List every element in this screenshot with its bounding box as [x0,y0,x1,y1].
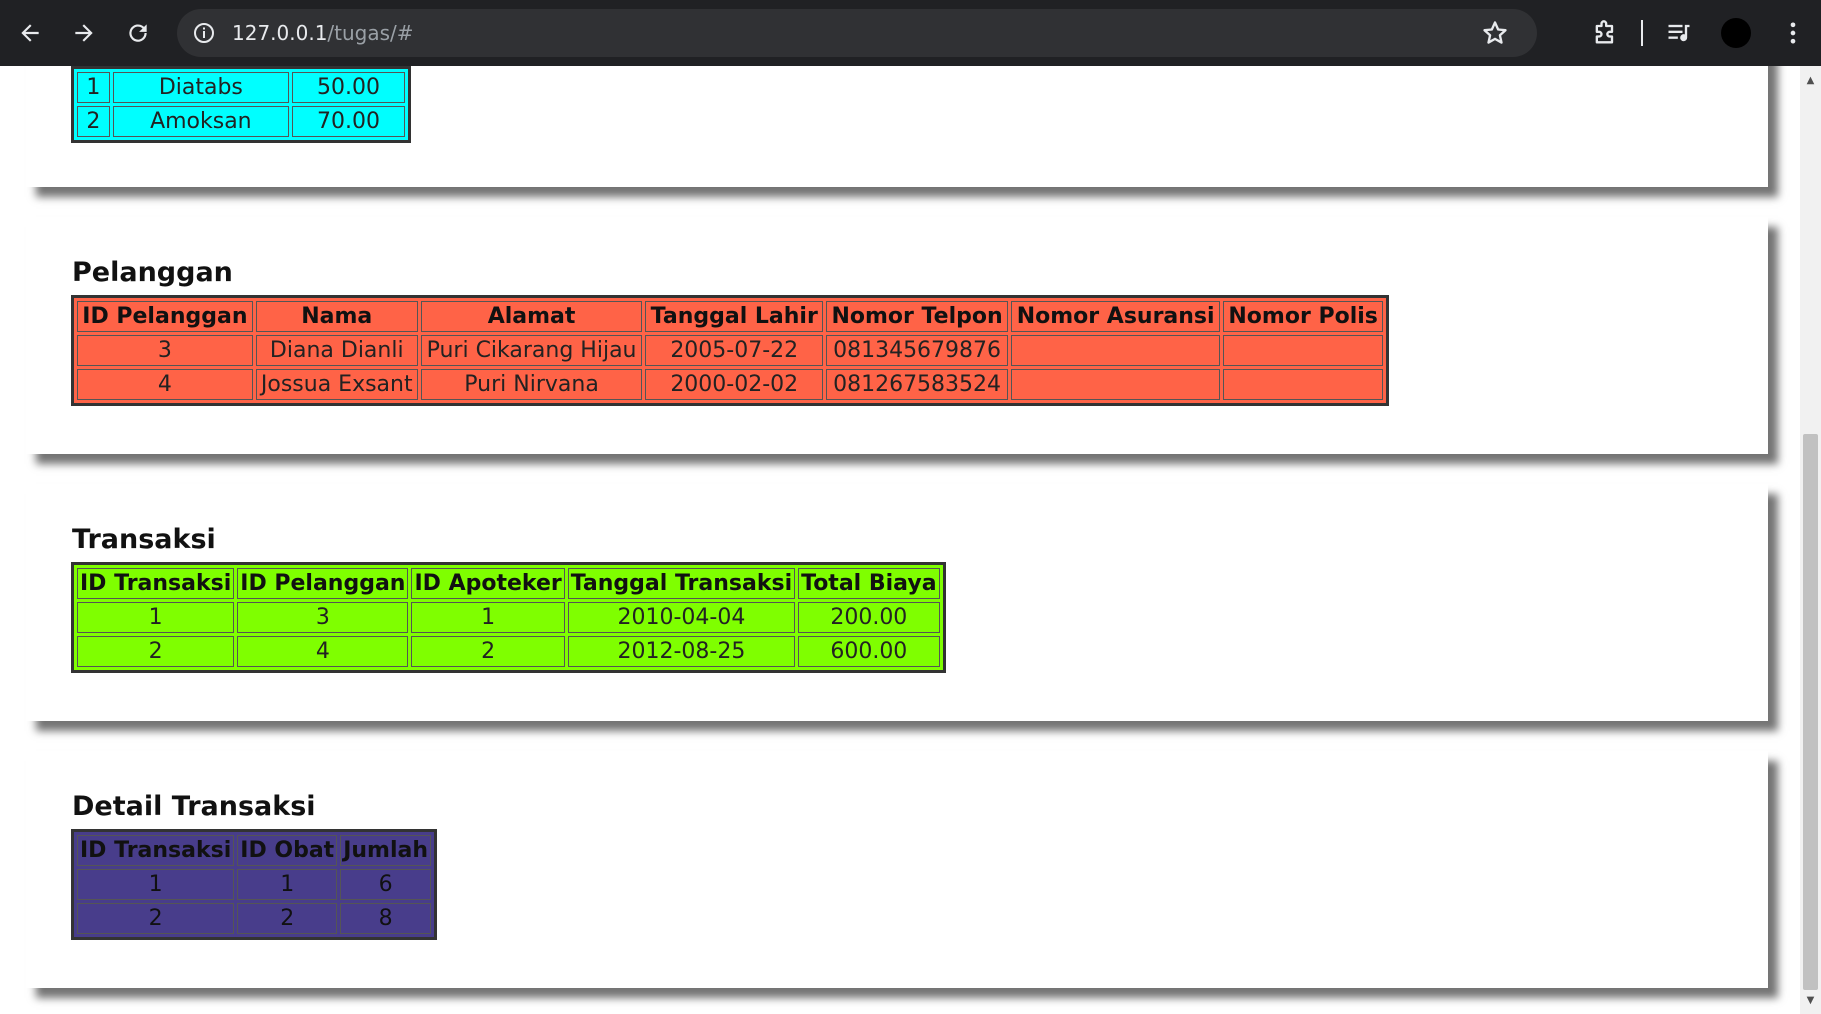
forward-button[interactable] [64,13,104,53]
url-path: /tugas/# [327,21,414,45]
table-row: 2 4 2 2012-08-25 600.00 [77,636,940,667]
card-detail-transaksi: Detail Transaksi ID Transaksi ID Obat Juml… [26,751,1768,988]
more-vert-icon[interactable] [1771,11,1815,55]
reload-icon [129,24,147,42]
column-header: Tanggal Transaksi [567,568,796,599]
column-header: ID Pelanggan [237,568,409,599]
table-cell: 2012-08-25 [567,636,796,667]
column-header: Nama [255,301,418,332]
column-header: Tanggal Lahir [645,301,824,332]
table-row: 228 [77,903,432,934]
table-cell: 200.00 [798,602,940,633]
column-header: Nomor Asuransi [1011,301,1221,332]
scroll-down-arrow-icon[interactable]: ▼ [1800,990,1821,1010]
column-header: ID Transaksi [77,835,235,866]
table-cell: Puri Cikarang Hijau [420,335,643,366]
column-header: Jumlah [340,835,432,866]
table-cell: 2005-07-22 [645,335,824,366]
toolbar-actions [1577,0,1821,66]
table-cell: 1 [77,602,235,633]
page-content: 1 Diatabs 50.00 2 Amoksan 70.00 Pelanggan ID … [0,66,1800,1014]
star-icon[interactable] [1481,19,1509,51]
table-row: 1 Diatabs 50.00 [77,72,405,103]
table-cell [1223,335,1383,366]
column-header: ID Apoteker [411,568,565,599]
scroll-up-arrow-icon[interactable]: ▲ [1800,70,1821,90]
section-title-pelanggan: Pelanggan [72,257,233,288]
table-cell: 2 [237,903,338,934]
table-cell: 6 [340,869,432,900]
table-cell: Jossua Exsant [255,369,418,400]
table-cell: 2 [77,903,235,934]
table-cell: 3 [237,602,409,633]
table-cell: 2 [77,636,235,667]
info-icon[interactable] [190,19,218,47]
table-cell: Puri Nirvana [420,369,643,400]
table-cell: 2 [411,636,565,667]
address-bar[interactable]: 127.0.0.1/tugas/# [177,9,1537,57]
table-cell: 2000-02-02 [645,369,824,400]
table-cell: 4 [237,636,409,667]
table-cell: 2010-04-04 [567,602,796,633]
table-cell: 4 [77,369,253,400]
toolbar-divider [1641,20,1643,46]
obat-table: 1 Diatabs 50.00 2 Amoksan 70.00 [71,66,411,143]
table-cell: 1 [237,869,338,900]
card-pelanggan: Pelanggan ID Pelanggan Nama Alamat Tanggal … [26,217,1768,454]
table-cell: 1 [411,602,565,633]
url-text[interactable]: 127.0.0.1/tugas/# [232,21,414,45]
url-host: 127.0.0.1 [232,21,328,45]
table-cell: 50.00 [291,72,405,103]
puzzle-icon[interactable] [1583,11,1627,55]
table-cell: 1 [77,869,235,900]
card-obat: 1 Diatabs 50.00 2 Amoksan 70.00 [26,66,1768,187]
browser-toolbar: 127.0.0.1/tugas/# [0,0,1821,66]
card-transaksi: Transaksi ID Transaksi ID Pelanggan ID Apo… [26,484,1768,721]
table-cell: 3 [77,335,253,366]
playlist-icon[interactable] [1657,11,1701,55]
scroll-thumb[interactable] [1803,434,1818,990]
table-cell: Amoksan [112,106,289,137]
section-title-transaksi: Transaksi [72,524,216,555]
table-row: 1 3 1 2010-04-04 200.00 [77,602,940,633]
vertical-scrollbar[interactable]: ▲ ▼ [1800,66,1821,1014]
column-header: ID Transaksi [77,568,235,599]
table-row: 3 Diana Dianli Puri Cikarang Hijau 2005-07-… [77,335,1383,366]
table-cell [1223,369,1383,400]
table-cell: 081267583524 [826,369,1008,400]
section-title-detail-transaksi: Detail Transaksi [72,791,316,822]
detail-transaksi-table: ID Transaksi ID Obat Jumlah 116228 [71,829,438,940]
table-cell: 1 [77,72,110,103]
table-row: 4 Jossua Exsant Puri Nirvana 2000-02-02 0812… [77,369,1383,400]
column-header: ID Obat [237,835,338,866]
arrow-right-icon [75,24,93,42]
table-cell: 70.00 [291,106,405,137]
back-button[interactable] [10,13,50,53]
column-header: Nomor Telpon [826,301,1008,332]
column-header: Total Biaya [798,568,940,599]
table-cell: Diana Dianli [255,335,418,366]
table-cell [1011,369,1221,400]
table-cell: 081345679876 [826,335,1008,366]
table-cell [1011,335,1221,366]
table-cell: Diatabs [112,72,289,103]
table-cell: 8 [340,903,432,934]
table-cell: 2 [77,106,110,137]
column-header: Alamat [420,301,643,332]
table-row: 2 Amoksan 70.00 [77,106,405,137]
column-header: ID Pelanggan [77,301,253,332]
arrow-left-icon [21,24,39,42]
avatar[interactable] [1721,18,1751,48]
reload-button[interactable] [118,13,158,53]
table-cell: 600.00 [798,636,940,667]
transaksi-table: ID Transaksi ID Pelanggan ID Apoteker Tangg… [71,562,946,673]
pelanggan-table: ID Pelanggan Nama Alamat Tanggal Lahir Nomor… [71,295,1389,406]
column-header: Nomor Polis [1223,301,1383,332]
table-row: 116 [77,869,432,900]
